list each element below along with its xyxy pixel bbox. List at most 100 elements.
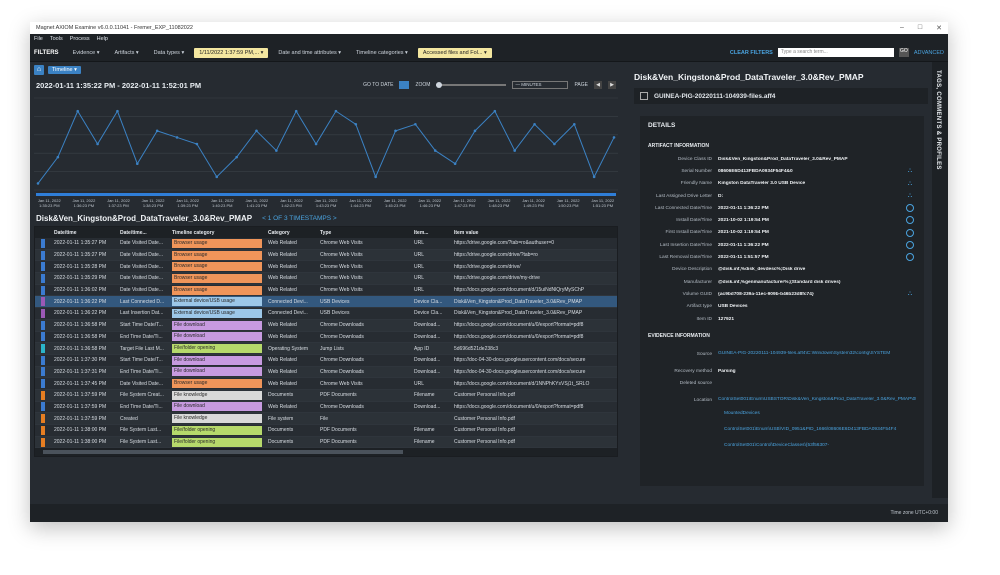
advanced-search-link[interactable]: ADVANCED: [914, 50, 944, 56]
chart-point[interactable]: [235, 155, 238, 159]
search-go-button[interactable]: GO: [898, 48, 909, 57]
col-type[interactable]: Type: [317, 230, 411, 236]
chart-point[interactable]: [155, 129, 159, 133]
table-row[interactable]: 2022-01-11 1:38:00 PM File System Last...…: [35, 436, 617, 449]
table-row[interactable]: 2022-01-11 1:35:29 PM Date Visited Date..…: [35, 273, 617, 285]
chart-point[interactable]: [36, 182, 40, 185]
chart-point[interactable]: [572, 122, 576, 126]
search-input[interactable]: Type a search term...: [777, 48, 894, 57]
timeline-scrubber[interactable]: [36, 193, 616, 196]
hierarchy-icon[interactable]: ⛬: [906, 290, 914, 298]
timeline-tick-label: Jan 11, 2022 1:49:23 PM: [522, 198, 546, 208]
chart-point[interactable]: [433, 149, 437, 152]
table-row[interactable]: 2022-01-11 1:37:31 PM End Time Date/Ti...…: [35, 366, 617, 379]
field-value[interactable]: GUINEA-PIG-20220111-104939-files.aff4\C:…: [718, 351, 916, 357]
table-row[interactable]: 2022-01-11 1:37:59 PM File System Creat..…: [35, 389, 617, 402]
clock-icon[interactable]: [906, 204, 914, 213]
clock-icon[interactable]: [906, 241, 914, 250]
chart-point[interactable]: [294, 109, 298, 113]
chart-point[interactable]: [414, 122, 417, 126]
tags-comments-profiles-tab[interactable]: TAGS, COMMENTS & PROFILES: [935, 70, 941, 170]
chart-point[interactable]: [334, 109, 338, 113]
close-button[interactable]: ✕: [936, 24, 942, 32]
prev-page-icon[interactable]: ◀: [594, 81, 602, 89]
chart-point[interactable]: [592, 175, 596, 179]
col-item-value[interactable]: Item value: [451, 230, 617, 236]
timeline-view-dropdown[interactable]: Timeline ▾: [48, 66, 81, 74]
table-row[interactable]: 2022-01-11 1:35:27 PM Date Visited Date..…: [35, 249, 617, 262]
table-row[interactable]: 2022-01-11 1:35:27 PM Date Visited Date..…: [35, 238, 617, 250]
hierarchy-icon[interactable]: ⛬: [906, 167, 914, 175]
table-row[interactable]: 2022-01-11 1:36:58 PM Start Time Date/T..…: [35, 319, 617, 332]
chart-point[interactable]: [553, 142, 556, 146]
filter-timeline-categories[interactable]: Timeline categories ▾: [351, 48, 413, 58]
col-item[interactable]: Item...: [411, 230, 451, 236]
filter-accessed-files[interactable]: Accessed files and Fol... ▾: [417, 47, 492, 58]
chart-point[interactable]: [394, 129, 397, 133]
col-datetime[interactable]: Date/time: [51, 230, 117, 236]
chart-point[interactable]: [195, 142, 199, 146]
filter-artifacts[interactable]: Artifacts ▾: [109, 48, 143, 58]
col-category[interactable]: Category: [265, 230, 317, 236]
table-row[interactable]: 2022-01-11 1:36:22 PM Last Connected D...…: [35, 296, 617, 309]
maximize-button[interactable]: □: [918, 24, 922, 32]
hierarchy-icon[interactable]: ⛬: [906, 180, 914, 188]
chart-point[interactable]: [215, 175, 219, 179]
home-icon[interactable]: ⌂: [34, 65, 44, 75]
clear-filters-button[interactable]: CLEAR FILTERS: [730, 50, 773, 56]
chart-point[interactable]: [76, 109, 80, 113]
filter-evidence[interactable]: Evidence ▾: [68, 48, 105, 58]
minimize-button[interactable]: –: [900, 24, 904, 32]
table-row[interactable]: 2022-01-11 1:36:58 PM Target File Last M.…: [35, 343, 617, 355]
chart-point[interactable]: [275, 149, 278, 152]
chart-point[interactable]: [314, 142, 318, 146]
minutes-select[interactable]: — MINUTES: [512, 81, 569, 89]
timestamp-counter[interactable]: < 1 OF 3 TIMESTAMPS >: [262, 215, 337, 222]
table-row[interactable]: 2022-01-11 1:37:59 PM Created File knowled…: [35, 413, 617, 425]
menu-process[interactable]: Process: [70, 36, 90, 42]
table-row[interactable]: 2022-01-11 1:37:59 PM End Time Date/Ti...…: [35, 401, 617, 414]
chart-point[interactable]: [612, 136, 616, 139]
chart-point[interactable]: [255, 129, 258, 133]
chart-point[interactable]: [493, 109, 497, 113]
table-row[interactable]: 2022-01-11 1:37:45 PM Date Visited Date..…: [35, 378, 617, 390]
field-value[interactable]: ControlSet001\Enum\USBSTOR\Disk&Ven_King…: [718, 397, 916, 403]
filter-date-range[interactable]: 1/11/2022 1:37:59 PM,... ▾: [194, 47, 269, 58]
menu-tools[interactable]: Tools: [50, 36, 63, 42]
chart-point[interactable]: [533, 122, 536, 126]
calendar-icon[interactable]: [399, 81, 410, 89]
filter-data-types[interactable]: Data types ▾: [149, 48, 190, 58]
horizontal-scrollbar[interactable]: [35, 448, 617, 457]
table-row[interactable]: 2022-01-11 1:36:22 PM Last Insertion Dat.…: [35, 308, 617, 320]
next-page-icon[interactable]: ▶: [608, 81, 616, 89]
menu-help[interactable]: Help: [97, 36, 108, 42]
clock-icon[interactable]: [906, 228, 914, 237]
clock-icon[interactable]: [906, 216, 914, 225]
hierarchy-icon[interactable]: ⛬: [906, 192, 914, 200]
chart-point[interactable]: [513, 149, 516, 152]
table-row[interactable]: 2022-01-11 1:37:30 PM Start Time Date/T..…: [35, 354, 617, 367]
table-row[interactable]: 2022-01-11 1:35:28 PM Date Visited Date..…: [35, 261, 617, 274]
chart-point[interactable]: [453, 162, 457, 166]
chart-point[interactable]: [136, 162, 139, 166]
chart-point[interactable]: [374, 175, 377, 179]
location-link[interactable]: ControlSet001\Enum\USB\VID_0951&PID_1666…: [724, 427, 916, 433]
filter-date-attributes[interactable]: Date and time attributes ▾: [273, 48, 346, 58]
timeline-chart[interactable]: [34, 92, 618, 198]
zoom-slider[interactable]: [436, 82, 507, 88]
chart-point[interactable]: [116, 109, 119, 113]
menu-file[interactable]: File: [34, 36, 43, 42]
col-timeline-category[interactable]: Timeline category: [169, 230, 265, 236]
location-link[interactable]: ControlSet001\Control\DeviceClasses\{53f…: [724, 443, 916, 449]
chart-point[interactable]: [96, 142, 99, 146]
table-row[interactable]: 2022-01-11 1:36:02 PM Date Visited Date..…: [35, 284, 617, 297]
table-row[interactable]: 2022-01-11 1:38:00 PM File System Last...…: [35, 425, 617, 437]
clock-icon[interactable]: [906, 253, 914, 262]
chart-point[interactable]: [473, 129, 477, 133]
col-datetime-attr[interactable]: Date/time...: [117, 230, 169, 236]
chart-point[interactable]: [56, 155, 60, 159]
table-row[interactable]: 2022-01-11 1:36:58 PM End Time Date/Ti...…: [35, 331, 617, 344]
location-link[interactable]: MountedDevices: [724, 411, 916, 417]
chart-point[interactable]: [175, 136, 179, 139]
chart-point[interactable]: [354, 122, 358, 126]
